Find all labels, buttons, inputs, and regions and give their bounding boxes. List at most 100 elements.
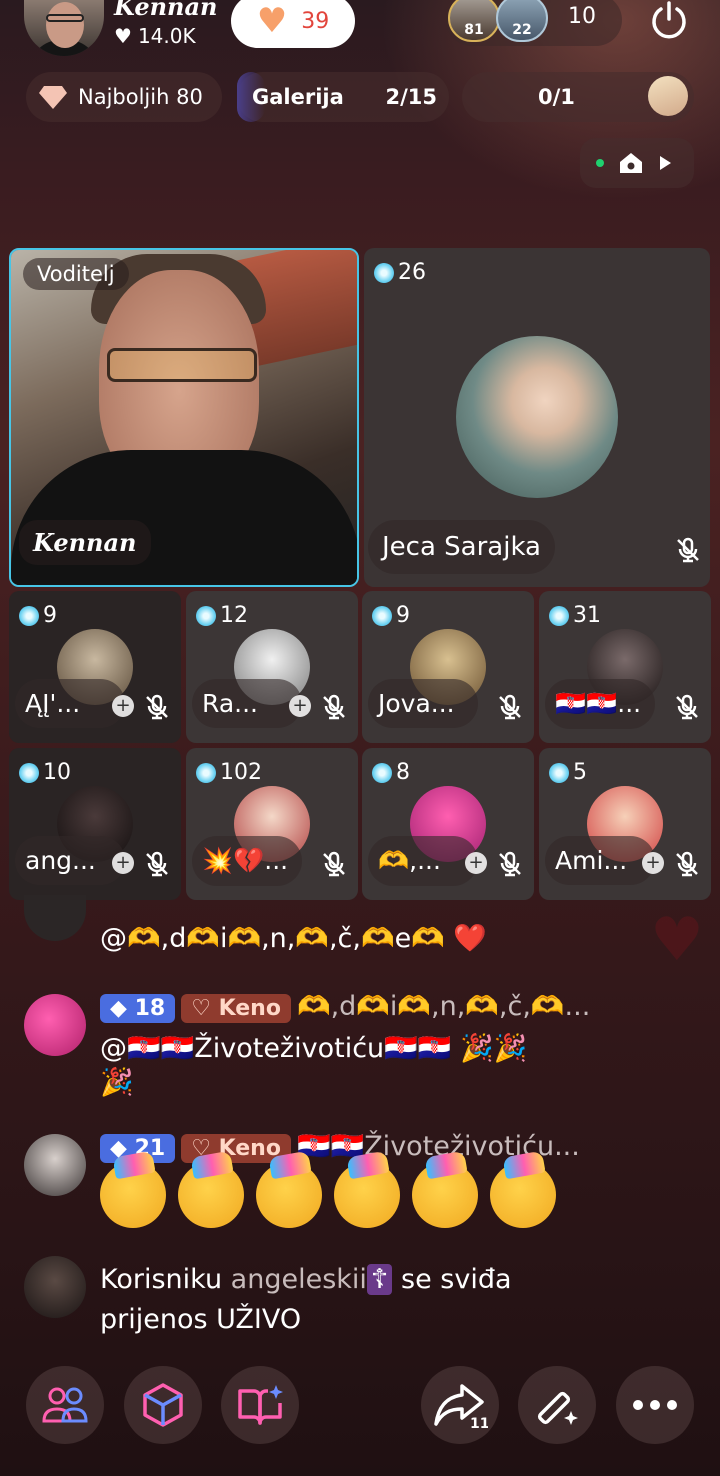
party-face-emoji [100, 1162, 166, 1228]
guest-name: Jova... [368, 679, 478, 728]
top-rank-pill[interactable]: Najboljih 80 [26, 72, 222, 122]
guest-name: 🇭🇷🇭🇷... [545, 679, 655, 729]
gem-icon [196, 605, 216, 626]
level-badge: 102 [196, 760, 262, 785]
join-notice: Korisniku angeleskii ☦ se sviđa [100, 1264, 512, 1295]
level-badge: 8 [372, 760, 410, 785]
more-button[interactable] [616, 1366, 694, 1444]
power-icon [652, 1, 686, 39]
party-face-emoji [334, 1162, 400, 1228]
keno-tag: ♡ Keno [181, 994, 291, 1023]
guest-tile[interactable]: 8 🫶,... + [362, 748, 534, 900]
follow-plus-button[interactable]: + [642, 852, 664, 874]
magic-wand-button[interactable] [518, 1366, 596, 1444]
guest-name: Jeca Sarajka [368, 520, 555, 574]
guest-level: 9 [43, 603, 57, 628]
viewer-count: 10 [568, 4, 596, 29]
guest-level: 31 [573, 603, 601, 628]
guest-tile[interactable]: 5 Ami... + [539, 748, 711, 900]
gem-icon [19, 605, 39, 626]
guest-avatar [456, 336, 618, 498]
viewer-avatar[interactable]: 22 [496, 0, 548, 42]
party-face-emoji [412, 1162, 478, 1228]
gallery-book-button[interactable] [221, 1366, 299, 1444]
gem-icon [372, 605, 392, 626]
heart-icon: ♥ [114, 24, 132, 48]
chat-text: @🫶,d🫶i🫶,n,🫶,č,🫶e🫶 ❤️ [100, 923, 488, 954]
chat-username[interactable]: 🫶,d🫶i🫶,n,🫶,č,🫶... [297, 991, 590, 1022]
guest-tile[interactable]: 102 💥💔... [186, 748, 358, 900]
guest-level: 26 [398, 260, 426, 285]
follow-plus-button[interactable]: + [289, 695, 311, 717]
gallery-pill[interactable]: Galerija 2/15 [237, 72, 449, 122]
guest-level: 5 [573, 760, 587, 785]
chat-message-header: ◆ 18 ♡ Keno 🫶,d🫶i🫶,n,🫶,č,🫶... [100, 990, 590, 1023]
gallery-label: Galerija [252, 85, 344, 109]
host-tile-name: Kennan [19, 520, 151, 565]
book-sparkle-icon [238, 1385, 283, 1425]
chat-avatar[interactable] [24, 1134, 86, 1196]
gem-icon [549, 762, 569, 783]
party-face-emoji [256, 1162, 322, 1228]
mic-muted-icon [499, 851, 521, 877]
host-likes-count: 14.0K [137, 24, 196, 48]
follow-plus-button[interactable]: + [112, 695, 134, 717]
follow-heart-button[interactable]: ♥ 39 [231, 0, 355, 48]
viewer-badge: 81 [464, 22, 484, 38]
party-face-emoji [490, 1162, 556, 1228]
guest-tile[interactable]: 31 🇭🇷🇭🇷... [539, 591, 711, 743]
level-badge: 9 [372, 603, 410, 628]
follow-plus-button[interactable]: + [465, 852, 487, 874]
guest-tile[interactable]: 9 Jova... [362, 591, 534, 743]
seat-pill[interactable]: 0/1 [462, 72, 694, 122]
cross-icon: ☦ [366, 1264, 393, 1295]
level-badge: 26 [374, 260, 426, 285]
level-badge: 12 [196, 603, 248, 628]
party-emoji-row [100, 1162, 556, 1228]
guest-tile-main[interactable]: 26 Jeca Sarajka [364, 248, 710, 587]
seat-avatar [648, 76, 688, 116]
people-icon [42, 1387, 88, 1423]
share-count: 11 [470, 1416, 488, 1430]
chat-avatar[interactable] [24, 895, 86, 941]
host-avatar[interactable] [24, 0, 104, 56]
level-badge: 31 [549, 603, 601, 628]
guest-name: ang... [15, 836, 125, 885]
magic-wand-icon [537, 1391, 578, 1425]
guests-button[interactable] [26, 1366, 104, 1444]
mic-muted-icon [323, 694, 345, 720]
guest-tile[interactable]: 12 Ra... + [186, 591, 358, 743]
chat-username[interactable]: angeleskii [231, 1264, 367, 1295]
room-mini-pill[interactable] [580, 138, 694, 188]
viewers-pill[interactable]: 81 22 10 [446, 0, 622, 46]
follow-plus-button[interactable]: + [112, 852, 134, 874]
guest-tile[interactable]: 9 ĄĮ'... + [9, 591, 181, 743]
power-button[interactable] [644, 0, 694, 46]
guest-tile[interactable]: 10 ang... + [9, 748, 181, 900]
chat-text-cont: 🎉 [100, 1067, 134, 1098]
viewer-avatar[interactable]: 81 [448, 0, 500, 42]
host-role-label: Voditelj [23, 258, 129, 290]
chat-avatar[interactable] [24, 994, 86, 1056]
share-button[interactable]: 11 [421, 1366, 499, 1444]
host-video-tile[interactable]: Voditelj Kennan [9, 248, 359, 587]
level-badge: 5 [549, 760, 587, 785]
rank-label: Najboljih 80 [78, 85, 203, 109]
host-name: Kennan [114, 0, 218, 21]
guest-level: 8 [396, 760, 410, 785]
effects-button[interactable] [124, 1366, 202, 1444]
mic-muted-icon [323, 851, 345, 877]
guest-level: 9 [396, 603, 410, 628]
guest-level: 12 [220, 603, 248, 628]
diamond-icon [39, 86, 67, 109]
viewer-badge: 22 [512, 22, 532, 38]
party-face-emoji [178, 1162, 244, 1228]
mic-muted-icon [499, 694, 521, 720]
chat-text: @🇭🇷🇭🇷Životeživotiću🇭🇷🇭🇷 🎉🎉 [100, 1033, 528, 1064]
gem-icon [372, 762, 392, 783]
chat-avatar[interactable] [24, 1256, 86, 1318]
guest-name: Ra... [192, 679, 302, 728]
play-icon [660, 156, 671, 170]
gem-icon [374, 262, 394, 283]
guest-name: 💥💔... [192, 836, 302, 886]
